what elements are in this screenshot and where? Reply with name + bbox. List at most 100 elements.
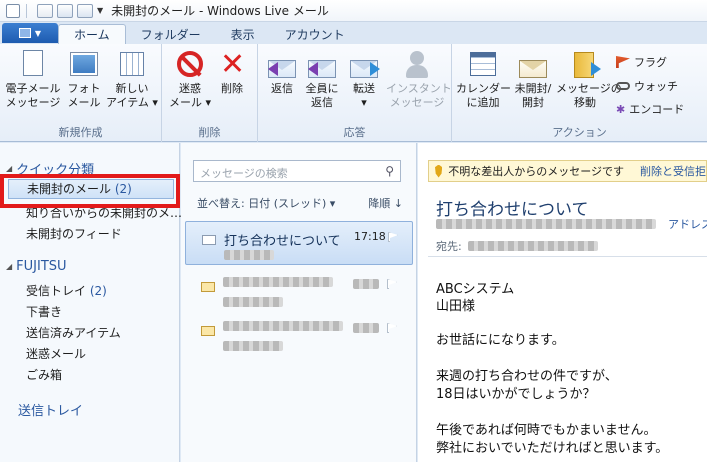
delete-button[interactable]: ✕ 削除 — [212, 50, 252, 96]
watch-button[interactable]: ウォッチ — [616, 78, 678, 94]
calendar-icon — [470, 52, 496, 76]
photo-email-icon — [71, 53, 97, 75]
account-label: FUJITSU — [16, 259, 67, 274]
junk-label-1: 迷惑 — [179, 82, 201, 95]
send-receive-quick-icon[interactable] — [77, 3, 93, 18]
group-label-delete: 削除 — [198, 126, 221, 139]
move-to-button[interactable]: メッセージの 移動 — [556, 50, 622, 110]
reply-all-label-1: 全員に — [305, 82, 339, 95]
flag-icon[interactable] — [387, 323, 397, 333]
junk-button[interactable]: 迷惑 メール ▾ — [168, 50, 212, 110]
delete-and-block-link[interactable]: 削除と受信拒 — [640, 163, 706, 179]
unread-read-button[interactable]: 未開封/ 開封 — [510, 50, 556, 110]
new-items-icon — [120, 52, 144, 76]
unread-envelope-icon — [201, 282, 215, 292]
nav-item-unread-mail[interactable]: 未開封のメール (2) — [8, 179, 174, 199]
tab-folder[interactable]: フォルダー — [126, 24, 216, 44]
add-calendar-label-1: カレンダー — [456, 82, 511, 95]
customize-quick-access-icon[interactable]: ▼ — [97, 6, 103, 15]
opened-envelope-icon — [202, 235, 216, 245]
window-title: 未開封のメール - Windows Live メール — [111, 4, 329, 18]
nav-item-junk[interactable]: 迷惑メール — [26, 345, 86, 362]
flag-button[interactable]: フラグ — [616, 54, 667, 70]
forward-arrow-icon — [370, 62, 380, 76]
ribbon-group-delete: 迷惑 メール ▾ ✕ 削除 削除 — [162, 44, 258, 142]
photo-email-button[interactable]: フォト メール — [64, 50, 104, 110]
photo-email-label-2: メール — [67, 96, 101, 109]
instant-message-label-2: メッセージ — [389, 96, 445, 109]
app-menu-button[interactable]: ▼ — [2, 23, 58, 43]
ribbon-tabs: ▼ ホーム フォルダー 表示 アカウント — [0, 22, 707, 44]
new-mail-quick-icon[interactable] — [37, 3, 53, 18]
tab-view[interactable]: 表示 — [216, 24, 270, 44]
flag-icon — [616, 56, 630, 68]
shield-icon — [435, 164, 443, 178]
glasses-icon — [616, 82, 630, 90]
message-subject: 打ち合わせについて — [224, 234, 341, 249]
nav-item-outbox[interactable]: 送信トレイ — [18, 400, 83, 419]
nav-item-inbox[interactable]: 受信トレイ (2) — [26, 282, 107, 299]
reading-pane: 不明な差出人からのメッセージです 削除と受信拒 打ち合わせについて アドレス 宛… — [418, 143, 707, 462]
address-link[interactable]: アドレス — [668, 216, 707, 232]
reply-all-button[interactable]: 全員に 返信 — [304, 50, 340, 110]
message-row[interactable] — [185, 269, 413, 313]
sort-order-toggle[interactable]: 降順 ↓ — [368, 195, 403, 211]
nav-item-label: 受信トレイ — [26, 284, 87, 298]
header-divider — [428, 256, 707, 257]
move-to-label-2: 移動 — [574, 96, 596, 109]
message-row[interactable]: 打ち合わせについて 17:18 — [185, 221, 413, 265]
message-subject-heading: 打ち合わせについて — [436, 200, 589, 220]
nav-item-sent-items[interactable]: 送信済みアイテム — [26, 324, 121, 341]
quick-views-header[interactable]: ◢ クイック分類 — [6, 159, 94, 178]
email-message-button[interactable]: 電子メール メッセージ — [4, 50, 62, 110]
recipient-redacted — [467, 241, 598, 251]
account-header[interactable]: ◢ FUJITSU — [6, 259, 67, 274]
to-line: 宛先: — [436, 238, 598, 254]
nav-item-trash[interactable]: ごみ箱 — [26, 366, 62, 383]
to-label: 宛先: — [436, 240, 462, 253]
sort-by-dropdown[interactable]: 並べ替え: 日付 (スレッド) ▾ — [197, 195, 335, 211]
message-list-pane: メッセージの検索 ⚲ 並べ替え: 日付 (スレッド) ▾ 降順 ↓ 打ち合わせに… — [181, 143, 417, 462]
tab-home[interactable]: ホーム — [58, 24, 126, 44]
subject-redacted — [223, 321, 343, 331]
new-items-button[interactable]: 新しい アイテム ▾ — [106, 50, 158, 110]
unread-read-icon — [519, 60, 547, 78]
unread-read-label-2: 開封 — [522, 96, 544, 109]
search-icon[interactable]: ⚲ — [385, 164, 394, 178]
nav-item-drafts[interactable]: 下書き — [26, 303, 62, 320]
instant-message-button[interactable]: インスタント メッセージ — [386, 50, 452, 110]
encode-label: エンコード — [629, 103, 685, 116]
add-to-calendar-button[interactable]: カレンダー に追加 — [456, 50, 511, 110]
watch-label: ウォッチ — [634, 80, 678, 93]
message-search-box[interactable]: メッセージの検索 ⚲ — [193, 160, 401, 182]
flag-icon[interactable] — [387, 279, 397, 289]
new-items-label-1: 新しい — [115, 82, 149, 95]
email-message-label-1: 電子メール — [5, 82, 61, 95]
reply-quick-icon[interactable] — [57, 3, 73, 18]
inbox-count-badge: (2) — [89, 284, 107, 298]
reply-button[interactable]: 返信 — [264, 50, 300, 96]
unread-envelope-icon — [201, 326, 215, 336]
new-email-icon — [23, 50, 43, 76]
encode-button[interactable]: ✱ エンコード — [616, 101, 684, 117]
nav-item-unread-from-contacts[interactable]: 知り合いからの未開封のメ… — [26, 204, 182, 221]
tab-account[interactable]: アカウント — [270, 24, 360, 44]
junk-icon — [177, 51, 203, 77]
sender-redacted — [223, 341, 283, 351]
message-row[interactable] — [185, 313, 413, 357]
outbox-label: 送信トレイ — [18, 404, 84, 419]
nav-item-unread-feeds[interactable]: 未開封のフィード — [26, 225, 122, 242]
flag-icon[interactable] — [388, 232, 398, 242]
unread-read-label-1: 未開封/ — [514, 82, 552, 95]
email-message-label-2: メッセージ — [5, 96, 61, 109]
quick-views-label: クイック分類 — [16, 163, 95, 178]
ribbon-group-respond: 返信 全員に 返信 転送 ▾ インスタント メッセージ 応答 — [258, 44, 452, 142]
sender-redacted — [223, 297, 283, 307]
forward-button[interactable]: 転送 ▾ — [346, 50, 382, 110]
delete-icon: ✕ — [220, 47, 246, 82]
sort-bar: 並べ替え: 日付 (スレッド) ▾ 降順 ↓ — [197, 195, 403, 211]
collapse-triangle-icon: ◢ — [6, 164, 13, 173]
reply-all-arrow-icon — [308, 62, 318, 76]
quick-access-separator — [26, 3, 27, 18]
group-label-new: 新規作成 — [58, 126, 103, 139]
